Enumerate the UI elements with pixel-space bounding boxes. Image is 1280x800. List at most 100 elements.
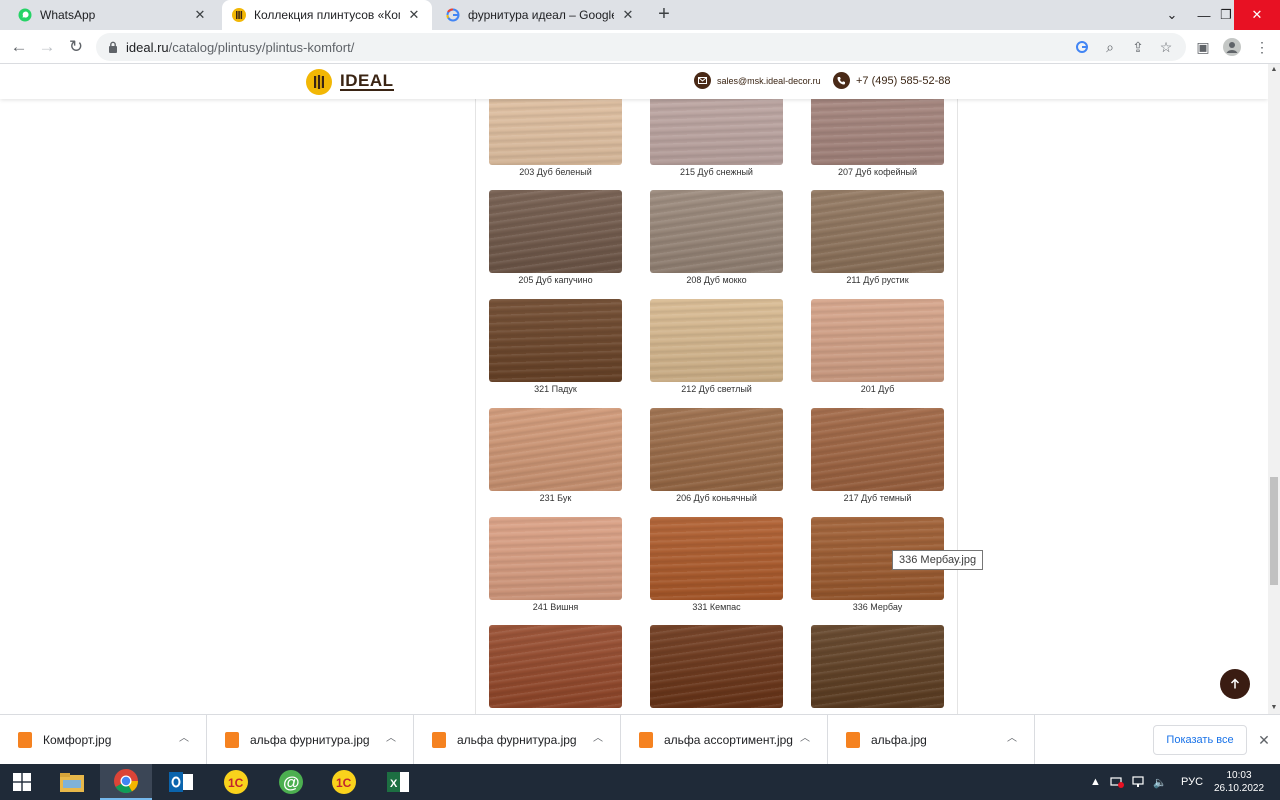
- close-icon[interactable]: ✕: [406, 7, 422, 23]
- ideal-logo-icon: [306, 69, 332, 95]
- google-lens-icon[interactable]: [1072, 37, 1092, 57]
- file-image-icon: [846, 732, 860, 748]
- taskbar-1c-enterprise[interactable]: 1С: [210, 764, 262, 800]
- color-swatch-image[interactable]: [650, 408, 783, 491]
- chevron-up-icon[interactable]: ︿: [176, 731, 192, 747]
- more-menu-icon[interactable]: ⋮: [1250, 35, 1274, 59]
- tab-search-chevron-icon[interactable]: ⌄: [1156, 0, 1188, 30]
- input-language[interactable]: РУС: [1181, 764, 1203, 800]
- chevron-up-icon[interactable]: ︿: [797, 731, 813, 747]
- scroll-to-top-button[interactable]: [1220, 669, 1250, 699]
- browser-toolbar: ← → ↻ ideal.ru/catalog/plintusy/plintus-…: [0, 30, 1280, 64]
- outlook-icon: [169, 772, 193, 792]
- file-image-icon: [225, 732, 239, 748]
- phone-text: +7 (495) 585-52-88: [856, 74, 951, 87]
- url-path: /catalog/plintusy/plintus-komfort/: [168, 40, 355, 55]
- chevron-up-icon[interactable]: ︿: [590, 731, 606, 747]
- excel-icon: X: [387, 772, 409, 792]
- swatch-label: 205 Дуб капучино: [518, 275, 593, 285]
- color-swatch-image[interactable]: [489, 408, 622, 491]
- whatsapp-icon: [18, 8, 32, 22]
- taskbar-clock[interactable]: 10:03 26.10.2022: [1208, 769, 1270, 795]
- header-email[interactable]: sales@msk.ideal-decor.ru: [694, 72, 821, 89]
- profile-avatar-icon[interactable]: [1220, 35, 1244, 59]
- download-item[interactable]: альфа фурнитура.jpg ︿: [207, 715, 414, 765]
- volume-icon[interactable]: 🔈: [1153, 764, 1167, 800]
- scroll-down-arrow-icon[interactable]: ▼: [1268, 702, 1280, 714]
- address-bar[interactable]: ideal.ru/catalog/plintusy/plintus-komfor…: [96, 33, 1186, 61]
- back-arrow-icon[interactable]: ←: [7, 35, 31, 59]
- taskbar-mail-agent[interactable]: @: [265, 764, 317, 800]
- download-file-name: альфа ассортимент.jpg: [664, 733, 793, 747]
- download-item[interactable]: альфа ассортимент.jpg ︿: [621, 715, 828, 765]
- swatch-label: 217 Дуб темный: [843, 493, 912, 503]
- site-logo[interactable]: IDEAL: [306, 69, 394, 95]
- scroll-up-arrow-icon[interactable]: ▲: [1268, 64, 1280, 76]
- browser-tab-strip: WhatsApp ✕ Коллекция плинтусов «Комфорт»…: [0, 0, 1280, 30]
- download-item[interactable]: Комфорт.jpg ︿: [0, 715, 207, 765]
- google-icon: [446, 8, 460, 22]
- color-swatch-image[interactable]: [650, 625, 783, 708]
- download-item[interactable]: альфа.jpg ︿: [828, 715, 1035, 765]
- url-text: ideal.ru/catalog/plintusy/plintus-komfor…: [126, 40, 354, 55]
- close-icon[interactable]: ✕: [192, 7, 208, 23]
- close-icon[interactable]: ✕: [1255, 731, 1273, 749]
- color-swatch-image[interactable]: [811, 408, 944, 491]
- chevron-up-icon[interactable]: ︿: [383, 731, 399, 747]
- taskbar-chrome[interactable]: [100, 764, 152, 800]
- page-scrollbar[interactable]: ▲ ▼: [1268, 64, 1280, 714]
- network-icon[interactable]: [1131, 764, 1145, 800]
- close-icon[interactable]: ✕: [620, 7, 636, 23]
- color-swatch-image[interactable]: [489, 517, 622, 600]
- brand-name: IDEAL: [340, 71, 394, 91]
- color-swatch-image[interactable]: [650, 517, 783, 600]
- tab-ideal-collection[interactable]: Коллекция плинтусов «Комфорт» ✕: [222, 0, 432, 30]
- taskbar-excel[interactable]: X: [372, 764, 424, 800]
- color-swatch-image[interactable]: [811, 190, 944, 273]
- windows-logo-icon: [13, 773, 31, 791]
- new-tab-button[interactable]: +: [652, 4, 676, 26]
- tray-overflow-icon[interactable]: ▲: [1090, 764, 1101, 800]
- show-all-downloads-button[interactable]: Показать все: [1153, 725, 1247, 755]
- color-swatch-image[interactable]: [489, 299, 622, 382]
- color-swatch-image[interactable]: [650, 299, 783, 382]
- color-swatch-image[interactable]: [489, 190, 622, 273]
- forward-arrow-icon[interactable]: →: [35, 35, 59, 59]
- window-close-icon[interactable]: ✕: [1234, 0, 1280, 30]
- bookmark-star-icon[interactable]: ☆: [1156, 37, 1176, 57]
- phone-icon: [833, 72, 850, 89]
- taskbar-file-explorer[interactable]: [46, 764, 98, 800]
- page-viewport: IDEAL sales@msk.ideal-decor.ru +7 (495) …: [0, 64, 1268, 714]
- swatch-label: 208 Дуб мокко: [686, 275, 747, 285]
- chevron-up-icon[interactable]: ︿: [1004, 731, 1020, 747]
- color-swatch-image[interactable]: [650, 190, 783, 273]
- swatch-label: 207 Дуб кофейный: [837, 167, 917, 177]
- swatch-label: 331 Кемпас: [692, 602, 741, 612]
- ideal-logo-icon: [232, 8, 246, 22]
- at-sign-icon: @: [279, 770, 303, 794]
- download-item[interactable]: альфа фурнитура.jpg ︿: [414, 715, 621, 765]
- color-swatch-image[interactable]: [811, 625, 944, 708]
- file-image-icon: [639, 732, 653, 748]
- color-swatch-image[interactable]: [489, 625, 622, 708]
- file-image-icon: [18, 732, 32, 748]
- chrome-icon: [114, 769, 138, 794]
- taskbar-outlook[interactable]: [155, 764, 207, 800]
- start-button[interactable]: [0, 764, 44, 800]
- site-header: IDEAL sales@msk.ideal-decor.ru +7 (495) …: [0, 64, 1268, 99]
- arrow-up-icon: [1230, 678, 1240, 689]
- share-icon[interactable]: ⇪: [1128, 37, 1148, 57]
- url-host: ideal.ru: [126, 40, 169, 55]
- color-swatch-image[interactable]: [811, 299, 944, 382]
- side-panel-icon[interactable]: ▣: [1191, 35, 1215, 59]
- header-phone[interactable]: +7 (495) 585-52-88: [833, 72, 950, 89]
- scrollbar-thumb[interactable]: [1270, 477, 1278, 585]
- network-error-icon[interactable]: [1110, 764, 1124, 800]
- tab-whatsapp[interactable]: WhatsApp ✕: [8, 0, 218, 30]
- tab-google-search[interactable]: фурнитура идеал – Google Поиск ✕: [436, 0, 646, 30]
- reload-icon[interactable]: ↻: [64, 35, 88, 59]
- windows-taskbar: 1С @ 1С X ▲ 🔈 РУС 10:03 26.10.2022: [0, 764, 1280, 800]
- zoom-icon[interactable]: ⌕: [1100, 37, 1120, 57]
- taskbar-1c-accounting[interactable]: 1С: [318, 764, 370, 800]
- swatch-label: 321 Падук: [534, 384, 577, 394]
